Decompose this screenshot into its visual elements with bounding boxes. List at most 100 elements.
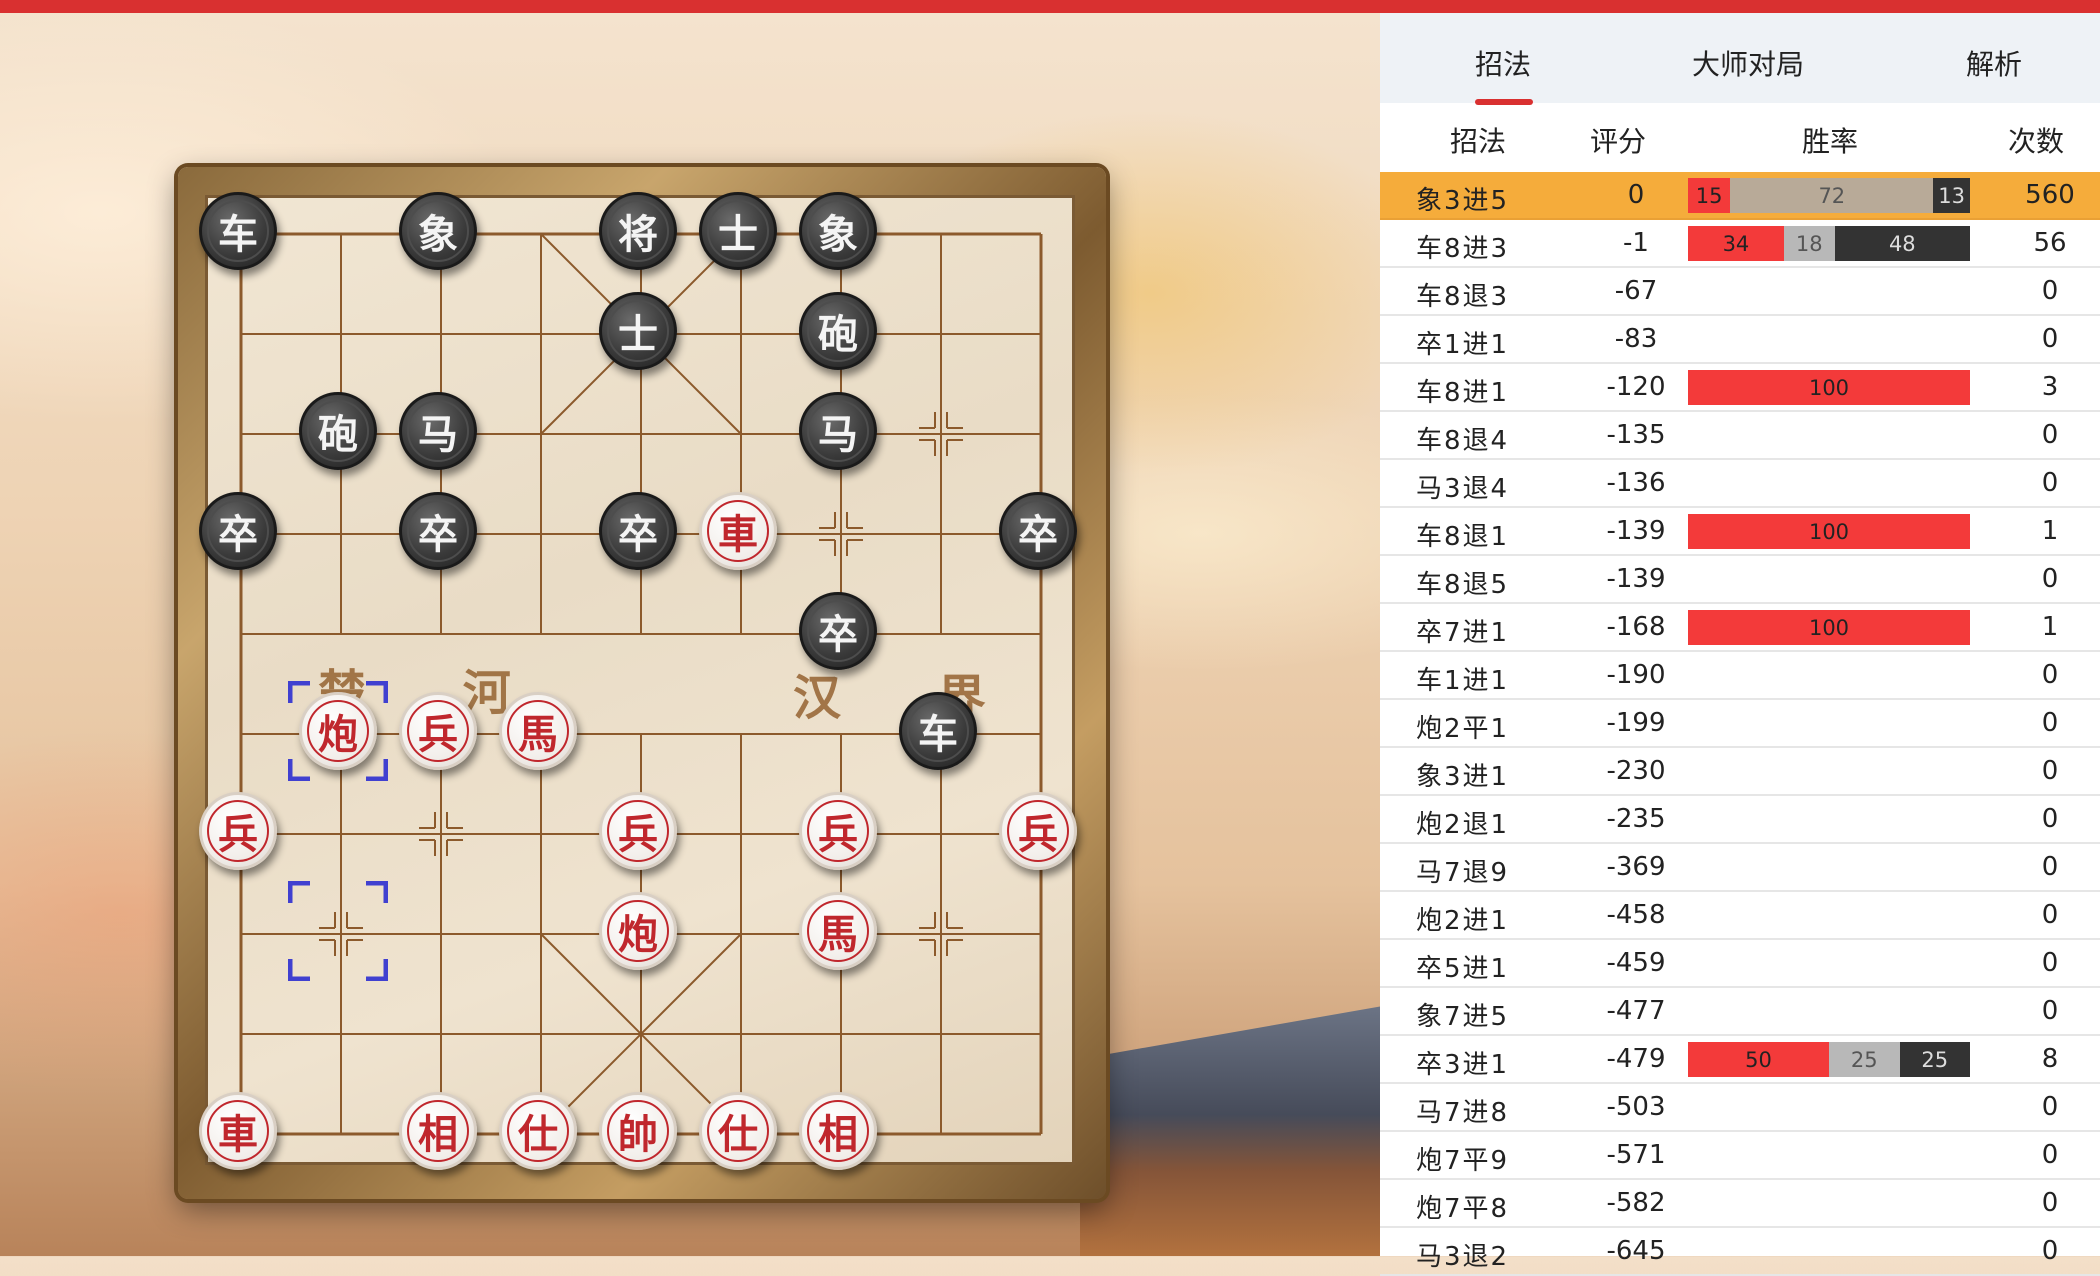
move-row[interactable]: 车1进1 -190 0 (1380, 652, 2100, 700)
red-piece[interactable]: 炮 (299, 692, 377, 770)
move-row[interactable]: 车8进1 -120 100 3 (1380, 364, 2100, 412)
move-count: 3 (2041, 372, 2059, 402)
move-notation: 车1进1 (1416, 666, 1510, 696)
black-piece[interactable]: 马 (799, 392, 877, 470)
black-piece[interactable]: 象 (399, 192, 477, 270)
black-piece[interactable]: 卒 (399, 492, 477, 570)
move-count: 0 (2041, 420, 2059, 450)
move-row[interactable]: 马7进8 -503 0 (1380, 1084, 2100, 1132)
move-score: -135 (1606, 420, 1666, 450)
red-piece[interactable]: 仕 (699, 1092, 777, 1170)
move-notation: 炮7平8 (1416, 1194, 1510, 1224)
move-row[interactable]: 炮7平9 -571 0 (1380, 1132, 2100, 1180)
tab-moves[interactable]: 招法 (1475, 43, 1531, 83)
move-row[interactable]: 马3退4 -136 0 (1380, 460, 2100, 508)
move-row[interactable]: 车8退4 -135 0 (1380, 412, 2100, 460)
piece-label: 车 (918, 711, 958, 758)
red-piece[interactable]: 兵 (599, 792, 677, 870)
move-row[interactable]: 象3进1 -230 0 (1380, 748, 2100, 796)
red-piece[interactable]: 兵 (999, 792, 1077, 870)
move-score: -67 (1614, 276, 1658, 306)
black-piece[interactable]: 士 (699, 192, 777, 270)
move-row[interactable]: 车8退3 -67 0 (1380, 268, 2100, 316)
move-count: 8 (2041, 1044, 2059, 1074)
move-count: 0 (2041, 660, 2059, 690)
move-row[interactable]: 象3进5 0 15 72 13 560 (1380, 172, 2100, 220)
red-piece[interactable]: 炮 (599, 892, 677, 970)
move-notation: 车8退3 (1416, 282, 1510, 312)
move-row[interactable]: 炮2退1 -235 0 (1380, 796, 2100, 844)
red-piece[interactable]: 車 (199, 1092, 277, 1170)
draw-segment: 25 (1829, 1042, 1900, 1077)
move-notation: 马3退4 (1416, 474, 1510, 504)
move-row[interactable]: 车8退1 -139 100 1 (1380, 508, 2100, 556)
move-row[interactable]: 象7进5 -477 0 (1380, 988, 2100, 1036)
piece-label: 仕 (518, 1111, 558, 1158)
move-row[interactable]: 炮7平8 -582 0 (1380, 1180, 2100, 1228)
black-piece[interactable]: 卒 (199, 492, 277, 570)
win-segment: 15 (1688, 178, 1731, 213)
black-piece[interactable]: 象 (799, 192, 877, 270)
black-piece[interactable]: 卒 (999, 492, 1077, 570)
winrate-bar: 15 72 13 (1688, 178, 1970, 213)
move-notation: 车8退4 (1416, 426, 1510, 456)
move-count: 0 (2041, 564, 2059, 594)
tab-analysis[interactable]: 解析 (1966, 43, 2022, 83)
winrate-bar: 100 (1688, 514, 1970, 549)
move-notation: 马3退2 (1416, 1242, 1510, 1272)
move-score: -190 (1606, 660, 1666, 690)
red-piece[interactable]: 車 (699, 492, 777, 570)
piece-label: 兵 (1018, 811, 1058, 858)
move-score: -136 (1606, 468, 1666, 498)
black-piece[interactable]: 砲 (799, 292, 877, 370)
move-row[interactable]: 卒1进1 -83 0 (1380, 316, 2100, 364)
red-piece[interactable]: 兵 (799, 792, 877, 870)
move-notation: 象7进5 (1416, 1002, 1510, 1032)
piece-label: 卒 (218, 511, 258, 558)
red-piece[interactable]: 兵 (199, 792, 277, 870)
table-header: 招法 评分 胜率 次数 (1380, 120, 2100, 172)
move-row[interactable]: 卒5进1 -459 0 (1380, 940, 2100, 988)
black-piece[interactable]: 士 (599, 292, 677, 370)
piece-label: 相 (418, 1111, 458, 1158)
move-notation: 马7退9 (1416, 858, 1510, 888)
tab-master-games[interactable]: 大师对局 (1692, 43, 1804, 83)
red-piece[interactable]: 帥 (599, 1092, 677, 1170)
move-score: -582 (1606, 1188, 1666, 1218)
win-segment: 50 (1688, 1042, 1829, 1077)
piece-label: 马 (418, 411, 458, 458)
black-piece[interactable]: 马 (399, 392, 477, 470)
move-row[interactable]: 车8退5 -139 0 (1380, 556, 2100, 604)
move-notation: 炮2平1 (1416, 714, 1510, 744)
red-piece[interactable]: 相 (799, 1092, 877, 1170)
move-score: -230 (1606, 756, 1666, 786)
move-row[interactable]: 卒7进1 -168 100 1 (1380, 604, 2100, 652)
black-piece[interactable]: 将 (599, 192, 677, 270)
red-piece[interactable]: 仕 (499, 1092, 577, 1170)
move-row[interactable]: 马3退2 -645 0 (1380, 1228, 2100, 1276)
red-piece[interactable]: 馬 (799, 892, 877, 970)
move-row[interactable]: 炮2平1 -199 0 (1380, 700, 2100, 748)
red-piece[interactable]: 兵 (399, 692, 477, 770)
draw-segment: 72 (1730, 178, 1934, 213)
red-piece[interactable]: 相 (399, 1092, 477, 1170)
piece-label: 卒 (818, 611, 858, 658)
red-piece[interactable]: 馬 (499, 692, 577, 770)
move-notation: 卒1进1 (1416, 330, 1510, 360)
move-count: 0 (2041, 1236, 2059, 1266)
win-segment: 100 (1688, 514, 1970, 549)
move-score: -369 (1606, 852, 1666, 882)
move-row[interactable]: 卒3进1 -479 50 25 25 8 (1380, 1036, 2100, 1084)
black-piece[interactable]: 车 (199, 192, 277, 270)
black-piece[interactable]: 车 (899, 692, 977, 770)
black-piece[interactable]: 卒 (599, 492, 677, 570)
piece-label: 车 (218, 211, 258, 258)
black-piece[interactable]: 卒 (799, 592, 877, 670)
move-notation: 马7进8 (1416, 1098, 1510, 1128)
black-piece[interactable]: 砲 (299, 392, 377, 470)
move-row[interactable]: 炮2进1 -458 0 (1380, 892, 2100, 940)
move-row[interactable]: 车8进3 -1 34 18 48 56 (1380, 220, 2100, 268)
move-score: -458 (1606, 900, 1666, 930)
move-row[interactable]: 马7退9 -369 0 (1380, 844, 2100, 892)
active-tab-indicator (1475, 99, 1533, 105)
